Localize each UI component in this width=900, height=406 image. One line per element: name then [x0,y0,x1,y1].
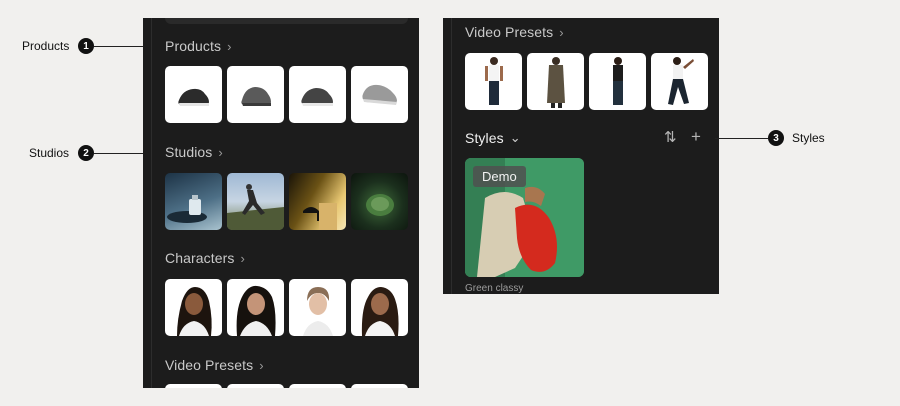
callout-line [715,137,768,139]
callout-label: Studios [29,146,70,160]
chevron-right-icon: › [218,144,223,160]
video-preset-thumb[interactable] [289,384,346,388]
product-thumb[interactable] [227,66,284,123]
video-presets-row [165,384,408,388]
sneaker-icon [362,84,397,105]
studio-thumb[interactable] [227,173,284,230]
product-thumb[interactable] [351,66,408,123]
portrait-image [303,287,333,336]
characters-row [165,279,408,336]
section-title: Video Presets [165,357,254,373]
plus-icon[interactable]: + [691,128,701,145]
model-image [485,57,503,105]
section-title: Products [165,38,222,54]
section-header-characters[interactable]: Characters › [165,250,245,266]
chevron-right-icon: › [259,357,264,373]
section-header-video-presets[interactable]: Video Presets › [165,357,264,373]
section-header-video-presets[interactable]: Video Presets › [465,24,564,40]
callout-number: 1 [78,38,94,54]
video-preset-thumb[interactable] [651,53,708,110]
studio-thumb[interactable] [165,173,222,230]
model-image [668,57,694,105]
sneaker-icon [241,87,271,106]
section-header-styles[interactable]: Styles ⌄ [465,130,521,146]
video-preset-thumb[interactable] [165,384,222,388]
studio-thumb[interactable] [289,173,346,230]
portrait-image [236,285,276,336]
callout-styles: 3 Styles [715,130,825,146]
video-preset-thumb[interactable] [465,53,522,110]
style-caption: Green classy [465,283,524,294]
model-image [613,57,623,105]
studios-row [165,173,408,230]
style-card[interactable]: Demo [465,158,584,277]
demo-badge: Demo [473,166,526,187]
portrait-image [177,287,212,336]
callout-line [94,45,143,47]
search-bar[interactable] [165,18,408,24]
callout-line [94,152,143,154]
portrait-image [361,287,399,336]
panel-divider [151,18,152,388]
section-header-studios[interactable]: Studios › [165,144,223,160]
callout-studios: Studios 2 [29,145,143,161]
character-thumb[interactable] [351,279,408,336]
video-presets-row [465,53,708,110]
section-header-products[interactable]: Products › [165,38,232,54]
callout-products: Products 1 [22,38,143,54]
sneaker-icon [178,88,209,106]
character-thumb[interactable] [165,279,222,336]
callout-label: Styles [792,131,825,145]
product-thumb[interactable] [165,66,222,123]
sort-icon[interactable]: ⇅ [664,130,677,145]
callout-label: Products [22,39,70,53]
products-row [165,66,408,123]
section-title: Styles [465,130,504,146]
chevron-right-icon: › [240,250,245,266]
perfume-image [167,195,207,223]
section-title: Video Presets [465,24,554,40]
right-panel: Video Presets › Styles ⌄ ⇅ + Demo Green … [443,18,719,294]
section-title: Characters [165,250,235,266]
heel-image [303,203,337,230]
callout-number: 2 [78,145,94,161]
studio-thumb[interactable] [351,173,408,230]
video-preset-thumb[interactable] [227,384,284,388]
model-image [547,57,565,108]
chevron-down-icon: ⌄ [509,130,521,145]
callout-number: 3 [768,130,784,146]
video-preset-thumb[interactable] [351,384,408,388]
chevron-right-icon: › [559,24,564,40]
sneaker-icon [301,88,333,106]
character-thumb[interactable] [289,279,346,336]
chevron-right-icon: › [227,38,232,54]
man-walking-image [227,184,284,230]
left-panel: Products › Studios › Characters › Video … [143,18,419,388]
moss-image [366,194,394,216]
video-preset-thumb[interactable] [527,53,584,110]
section-title: Studios [165,144,213,160]
character-thumb[interactable] [227,279,284,336]
product-thumb[interactable] [289,66,346,123]
panel-divider [451,18,452,294]
video-preset-thumb[interactable] [589,53,646,110]
